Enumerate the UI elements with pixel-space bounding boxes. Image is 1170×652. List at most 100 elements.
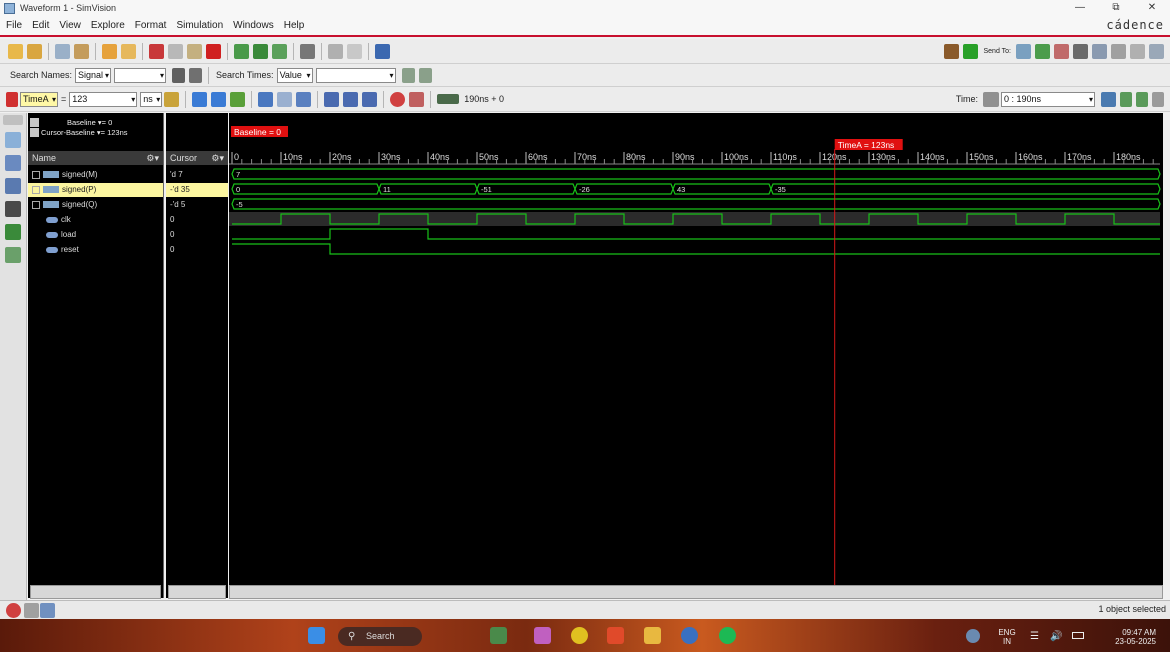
zoom-menu-icon[interactable]	[1152, 91, 1164, 107]
run-icon[interactable]	[258, 91, 274, 107]
close-button[interactable]: ✕	[1134, 0, 1170, 16]
probe-icon[interactable]	[5, 201, 21, 217]
menu-file[interactable]: File	[6, 20, 22, 31]
send-to-source-icon[interactable]	[253, 43, 268, 59]
status-save-icon[interactable]	[40, 603, 55, 618]
search-names-type-select[interactable]: Signal	[75, 67, 112, 83]
open-design-icon[interactable]	[8, 43, 23, 59]
expand-toggle-icon[interactable]	[32, 200, 40, 209]
search-times-forward-icon[interactable]	[401, 67, 415, 83]
send-to-register-window-icon[interactable]	[1092, 43, 1107, 59]
hierarchy-icon[interactable]	[5, 155, 21, 171]
waveform-scrollbar[interactable]	[229, 585, 1163, 599]
language-indicator[interactable]: ENG IN	[994, 628, 1020, 646]
search-times-type-select[interactable]: Value	[276, 67, 313, 83]
step-icon[interactable]	[277, 91, 293, 107]
cursor-column-header[interactable]: Cursor ⚙▾	[166, 151, 228, 165]
menu-help[interactable]: Help	[284, 20, 305, 31]
weather-icon[interactable]	[966, 629, 980, 643]
open-database-icon[interactable]	[27, 43, 42, 59]
delete-icon[interactable]	[206, 43, 221, 59]
panel-tabs-icon[interactable]	[3, 115, 23, 125]
restore-button[interactable]: ⧉	[1098, 0, 1134, 16]
send-to-register-icon[interactable]	[272, 43, 287, 59]
search-times-backward-icon[interactable]	[418, 67, 432, 83]
time-range-icon[interactable]	[983, 91, 999, 107]
search-names-prev-icon[interactable]	[189, 67, 203, 83]
record-icon[interactable]	[390, 91, 406, 107]
taskbar-search[interactable]: ⚲ Search	[338, 627, 422, 646]
volume-icon[interactable]: 🔊	[1050, 631, 1062, 642]
prev-edge-icon[interactable]	[192, 91, 208, 107]
reload-icon[interactable]	[74, 43, 89, 59]
search-names-input[interactable]	[114, 67, 167, 83]
add-icon[interactable]	[963, 43, 979, 59]
name-column-header[interactable]: Name ⚙▾	[28, 151, 163, 165]
new-window-icon[interactable]	[55, 43, 70, 59]
search-times-input[interactable]	[315, 67, 396, 83]
zoom-full-icon[interactable]	[362, 91, 378, 107]
redo-icon[interactable]	[121, 43, 136, 59]
copilot-icon[interactable]	[534, 627, 551, 644]
start-icon[interactable]	[308, 627, 325, 644]
menu-format[interactable]: Format	[135, 20, 167, 31]
wifi-icon[interactable]: ☰	[1030, 631, 1039, 642]
minimize-button[interactable]: —	[1062, 0, 1098, 16]
send-to-design-browser-icon[interactable]	[1016, 43, 1031, 59]
window-layout-icon[interactable]	[375, 43, 390, 59]
settings-icon[interactable]	[681, 627, 698, 644]
zoom-fit-icon[interactable]	[230, 91, 246, 107]
widgets-icon[interactable]	[490, 627, 507, 644]
cursor-name-select[interactable]: TimeA	[20, 91, 58, 107]
send-to-console-icon[interactable]	[1149, 43, 1164, 59]
menu-edit[interactable]: Edit	[32, 20, 49, 31]
signal-row[interactable]: signed(Q)	[28, 198, 163, 212]
signal-row[interactable]: reset	[28, 243, 163, 257]
brave-icon[interactable]	[607, 627, 624, 644]
cursor-time-input[interactable]: 123	[69, 91, 138, 107]
zoom-plus-icon[interactable]	[1120, 91, 1132, 107]
clock[interactable]: 09:47 AM 23-05-2025	[1094, 628, 1156, 646]
signal-row[interactable]: signed(M)	[28, 168, 163, 182]
chrome-icon[interactable]	[571, 627, 588, 644]
menu-windows[interactable]: Windows	[233, 20, 274, 31]
copy-icon[interactable]	[168, 43, 183, 59]
cut-icon[interactable]	[149, 43, 164, 59]
send-to-memory-viewer-icon[interactable]	[1130, 43, 1145, 59]
next-edge-icon[interactable]	[211, 91, 227, 107]
signal-row[interactable]: load	[28, 228, 163, 242]
menu-explore[interactable]: Explore	[91, 20, 125, 31]
cursor-header-menu-icon[interactable]: ⚙▾	[211, 151, 224, 165]
undo-icon[interactable]	[102, 43, 117, 59]
signal-row[interactable]: signed(P)	[28, 183, 163, 197]
waveform-canvas[interactable]: 0 10ns 20ns 30ns 40ns 50ns 60ns 70ns 80ns 90ns 100…	[229, 113, 1163, 585]
stop-icon[interactable]	[296, 91, 312, 107]
status-console-icon[interactable]	[24, 603, 39, 618]
search-names-next-icon[interactable]	[172, 67, 186, 83]
paste-icon[interactable]	[187, 43, 202, 59]
filter-icon[interactable]	[5, 224, 21, 240]
expand-toggle-icon[interactable]	[32, 185, 40, 194]
status-stop-icon[interactable]	[6, 603, 21, 618]
name-header-menu-icon[interactable]: ⚙▾	[146, 151, 159, 165]
cursor-column-scrollbar[interactable]	[168, 585, 226, 599]
zoom-tool-icon[interactable]	[1101, 91, 1116, 107]
signal-list-icon[interactable]	[5, 178, 21, 194]
send-to-schematic-icon[interactable]	[234, 43, 249, 59]
group-icon[interactable]	[300, 43, 315, 59]
menu-view[interactable]: View	[59, 20, 81, 31]
expand-toggle-icon[interactable]	[32, 170, 40, 179]
zoom-minus-icon[interactable]	[1136, 91, 1148, 107]
name-column-scrollbar[interactable]	[30, 585, 161, 599]
waveform-area[interactable]: 0 10ns 20ns 30ns 40ns 50ns 60ns 70ns 80ns 90ns 100…	[229, 113, 1163, 585]
zoom-out-icon[interactable]	[343, 91, 359, 107]
select-tool-icon[interactable]	[5, 132, 21, 148]
waveform-calc-icon[interactable]	[5, 247, 21, 263]
file-explorer-icon[interactable]	[644, 627, 661, 644]
time-range-select[interactable]: 0 : 190ns	[1001, 91, 1095, 107]
spotify-icon[interactable]	[719, 627, 736, 644]
send-to-schematic-tracer-icon[interactable]	[1073, 43, 1088, 59]
send-to-waveform-icon[interactable]	[1035, 43, 1050, 59]
send-to-source-browser-icon[interactable]	[1054, 43, 1069, 59]
reset-sim-icon[interactable]	[409, 91, 425, 107]
